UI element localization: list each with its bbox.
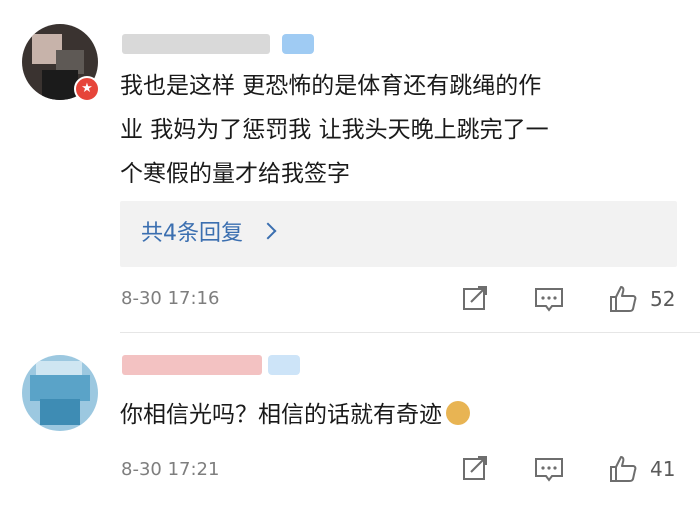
timestamp: 8-30 17:16 [121,288,220,309]
like-count: 41 [650,457,676,481]
like-count: 52 [650,287,676,311]
doge-emoji-icon [446,401,470,425]
vip-badge-icon [282,34,314,54]
comment-item: ★ 我也是这样 更恐怖的是体育还有跳绳的作 业 我妈为了惩罚我 让我头天晚上跳完… [0,0,700,332]
comment-text: 你相信光吗？相信的话就有奇迹 [120,393,680,437]
share-icon[interactable] [462,455,490,483]
verified-check-icon: ✓ [0,0,26,26]
vip-badge-icon [268,355,300,375]
comment-icon[interactable] [534,286,564,314]
comment-item: 你相信光吗？相信的话就有奇迹 8-30 17:21 41 [0,333,700,506]
comment-icon[interactable] [534,456,564,484]
comment-text: 我也是这样 更恐怖的是体育还有跳绳的作 业 我妈为了惩罚我 让我头天晚上跳完了一… [120,73,549,187]
timestamp: 8-30 17:21 [121,459,220,480]
share-icon[interactable] [462,285,490,313]
star-badge-icon: ★ [74,76,100,102]
replies-label: 共4条回复 [141,221,243,246]
chevron-right-icon [259,222,277,240]
avatar[interactable] [22,355,98,431]
view-replies-button[interactable]: 共4条回复 [120,201,677,267]
like-icon[interactable] [608,284,638,314]
username-blurred[interactable] [122,355,262,375]
username-blurred[interactable] [122,34,270,54]
like-icon[interactable] [608,454,638,484]
